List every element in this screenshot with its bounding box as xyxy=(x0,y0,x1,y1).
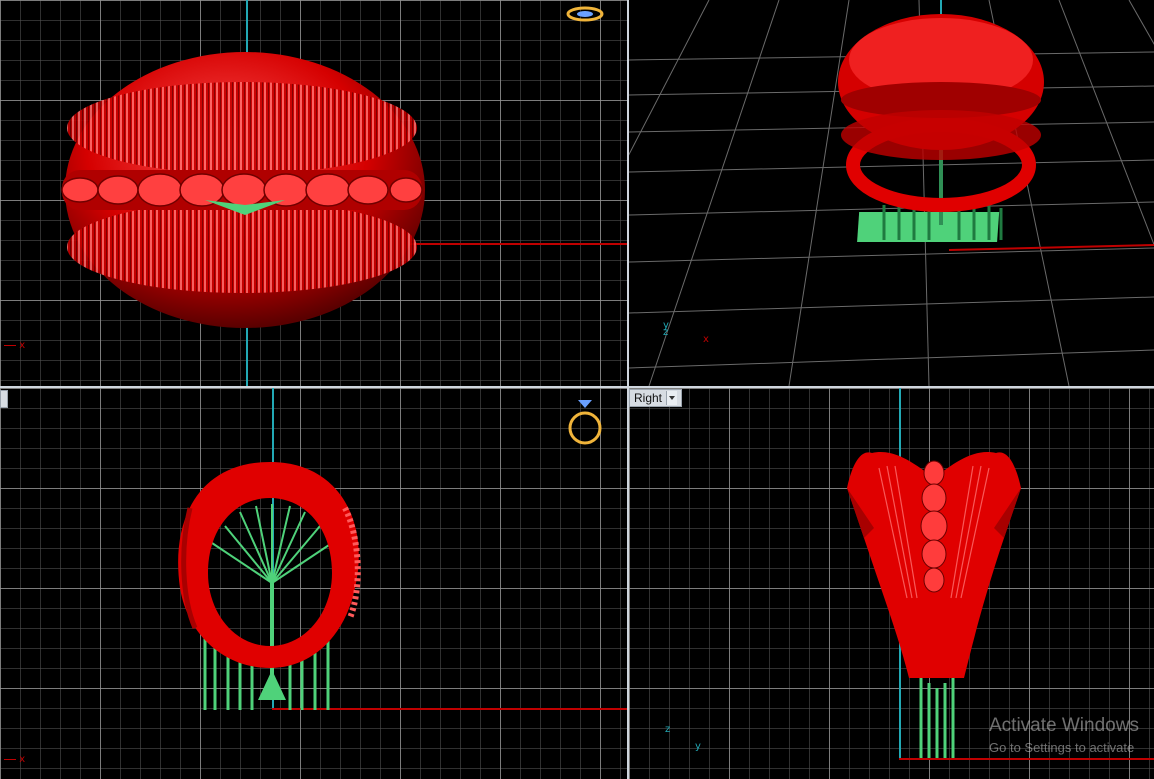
viewport-top[interactable]: x xyxy=(0,0,627,386)
viewport-name-label: Right xyxy=(634,391,663,405)
viewport-right[interactable]: Right z y Activate Windows Go to Setting… xyxy=(629,388,1154,779)
activate-windows-subtitle: Go to Settings to activate xyxy=(989,740,1135,755)
chevron-down-icon xyxy=(666,391,678,405)
ring-top-model[interactable] xyxy=(0,0,627,386)
viewport-perspective[interactable]: y z x xyxy=(629,0,1154,386)
axis-indicator: z y xyxy=(665,724,701,752)
viewport-name-dropdown[interactable]: Right xyxy=(629,389,683,407)
axis-x-glyph: x xyxy=(4,340,25,351)
ring-front-model[interactable] xyxy=(0,388,627,779)
axis-indicator: y z x xyxy=(663,320,709,345)
activate-windows-title: Activate Windows xyxy=(989,715,1139,736)
viewport-front[interactable]: x xyxy=(0,388,627,779)
axis-x-glyph: x xyxy=(4,754,25,765)
viewport-separator-horizontal[interactable] xyxy=(0,386,1154,388)
viewport-menu-button[interactable] xyxy=(0,390,8,408)
viewport-separator-vertical[interactable] xyxy=(627,0,629,779)
